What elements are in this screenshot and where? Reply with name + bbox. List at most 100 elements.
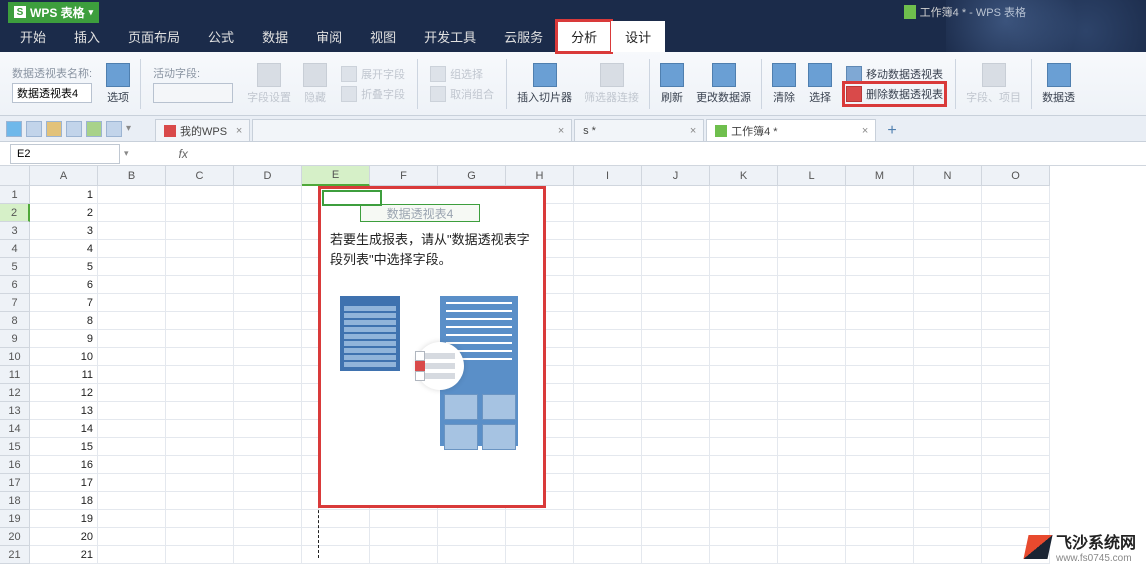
close-icon[interactable]: ×: [555, 125, 567, 137]
cell[interactable]: 4: [30, 240, 98, 258]
col-header[interactable]: F: [370, 166, 438, 186]
tab-view[interactable]: 视图: [356, 21, 410, 52]
cell[interactable]: [234, 348, 302, 366]
cell[interactable]: [710, 456, 778, 474]
close-icon[interactable]: ×: [859, 125, 871, 137]
cell[interactable]: [98, 510, 166, 528]
cell[interactable]: [982, 438, 1050, 456]
cell[interactable]: [234, 240, 302, 258]
cell[interactable]: [982, 330, 1050, 348]
cell[interactable]: [98, 384, 166, 402]
qat-open-icon[interactable]: [26, 121, 42, 137]
cell[interactable]: [642, 294, 710, 312]
cell[interactable]: [846, 240, 914, 258]
col-header[interactable]: N: [914, 166, 982, 186]
cell[interactable]: [982, 258, 1050, 276]
brand-dropdown-icon[interactable]: ▾: [89, 7, 94, 18]
cell[interactable]: [98, 222, 166, 240]
cell[interactable]: [98, 402, 166, 420]
cell[interactable]: [846, 294, 914, 312]
tab-insert[interactable]: 插入: [60, 21, 114, 52]
cell[interactable]: [982, 510, 1050, 528]
cell[interactable]: 15: [30, 438, 98, 456]
cell[interactable]: [710, 312, 778, 330]
cell[interactable]: [778, 186, 846, 204]
cell[interactable]: [710, 204, 778, 222]
cell[interactable]: [234, 492, 302, 510]
cell[interactable]: [642, 366, 710, 384]
cell[interactable]: [914, 528, 982, 546]
cell[interactable]: [98, 366, 166, 384]
cell[interactable]: [914, 330, 982, 348]
tab-cloud[interactable]: 云服务: [490, 21, 557, 52]
delete-pivot-button[interactable]: 删除数据透视表: [846, 85, 943, 103]
cell[interactable]: [234, 384, 302, 402]
cell[interactable]: [982, 420, 1050, 438]
cell[interactable]: [710, 222, 778, 240]
col-header[interactable]: L: [778, 166, 846, 186]
row-header[interactable]: 5: [0, 258, 30, 276]
cell[interactable]: [574, 366, 642, 384]
cell[interactable]: [234, 186, 302, 204]
cell[interactable]: [506, 546, 574, 564]
row-header[interactable]: 8: [0, 312, 30, 330]
cell[interactable]: [982, 366, 1050, 384]
cell[interactable]: [914, 366, 982, 384]
cell[interactable]: [778, 546, 846, 564]
doctab-workbook4[interactable]: 工作簿4 * ×: [706, 119, 876, 141]
qat-dropdown-icon[interactable]: ▾: [126, 123, 131, 134]
cell[interactable]: [98, 456, 166, 474]
cell[interactable]: [574, 312, 642, 330]
cell[interactable]: [710, 546, 778, 564]
cell[interactable]: [914, 240, 982, 258]
qat-print-icon[interactable]: [46, 121, 62, 137]
data-pivot-button[interactable]: 数据透: [1038, 61, 1079, 107]
cell[interactable]: [98, 258, 166, 276]
cell[interactable]: [914, 312, 982, 330]
cell[interactable]: [846, 546, 914, 564]
cell[interactable]: [642, 438, 710, 456]
col-header[interactable]: O: [982, 166, 1050, 186]
cell[interactable]: [234, 420, 302, 438]
cell[interactable]: [642, 312, 710, 330]
cell[interactable]: [642, 402, 710, 420]
cell[interactable]: 19: [30, 510, 98, 528]
cell[interactable]: [574, 222, 642, 240]
cell[interactable]: [914, 402, 982, 420]
row-header[interactable]: 13: [0, 402, 30, 420]
cell[interactable]: 18: [30, 492, 98, 510]
cell[interactable]: [166, 438, 234, 456]
cell[interactable]: [302, 528, 370, 546]
cell[interactable]: [914, 258, 982, 276]
qat-preview-icon[interactable]: [66, 121, 82, 137]
cell[interactable]: [846, 222, 914, 240]
cell[interactable]: 1: [30, 186, 98, 204]
cell[interactable]: [982, 240, 1050, 258]
cell[interactable]: [234, 474, 302, 492]
row-header[interactable]: 14: [0, 420, 30, 438]
cell[interactable]: [98, 186, 166, 204]
cell[interactable]: [778, 384, 846, 402]
cell[interactable]: [846, 186, 914, 204]
row-header[interactable]: 7: [0, 294, 30, 312]
tab-review[interactable]: 审阅: [302, 21, 356, 52]
cell[interactable]: [370, 546, 438, 564]
cell[interactable]: 10: [30, 348, 98, 366]
cell[interactable]: 21: [30, 546, 98, 564]
cell[interactable]: [574, 492, 642, 510]
cell[interactable]: [574, 456, 642, 474]
cell[interactable]: [642, 384, 710, 402]
tab-analyze[interactable]: 分析: [557, 21, 611, 52]
cell[interactable]: [98, 204, 166, 222]
col-header[interactable]: I: [574, 166, 642, 186]
close-icon[interactable]: ×: [233, 125, 245, 137]
cell[interactable]: [982, 294, 1050, 312]
col-header[interactable]: J: [642, 166, 710, 186]
cell[interactable]: [166, 420, 234, 438]
col-header[interactable]: A: [30, 166, 98, 186]
cell[interactable]: [98, 492, 166, 510]
row-header[interactable]: 3: [0, 222, 30, 240]
cell[interactable]: [710, 366, 778, 384]
cell[interactable]: [710, 276, 778, 294]
cell[interactable]: [710, 438, 778, 456]
